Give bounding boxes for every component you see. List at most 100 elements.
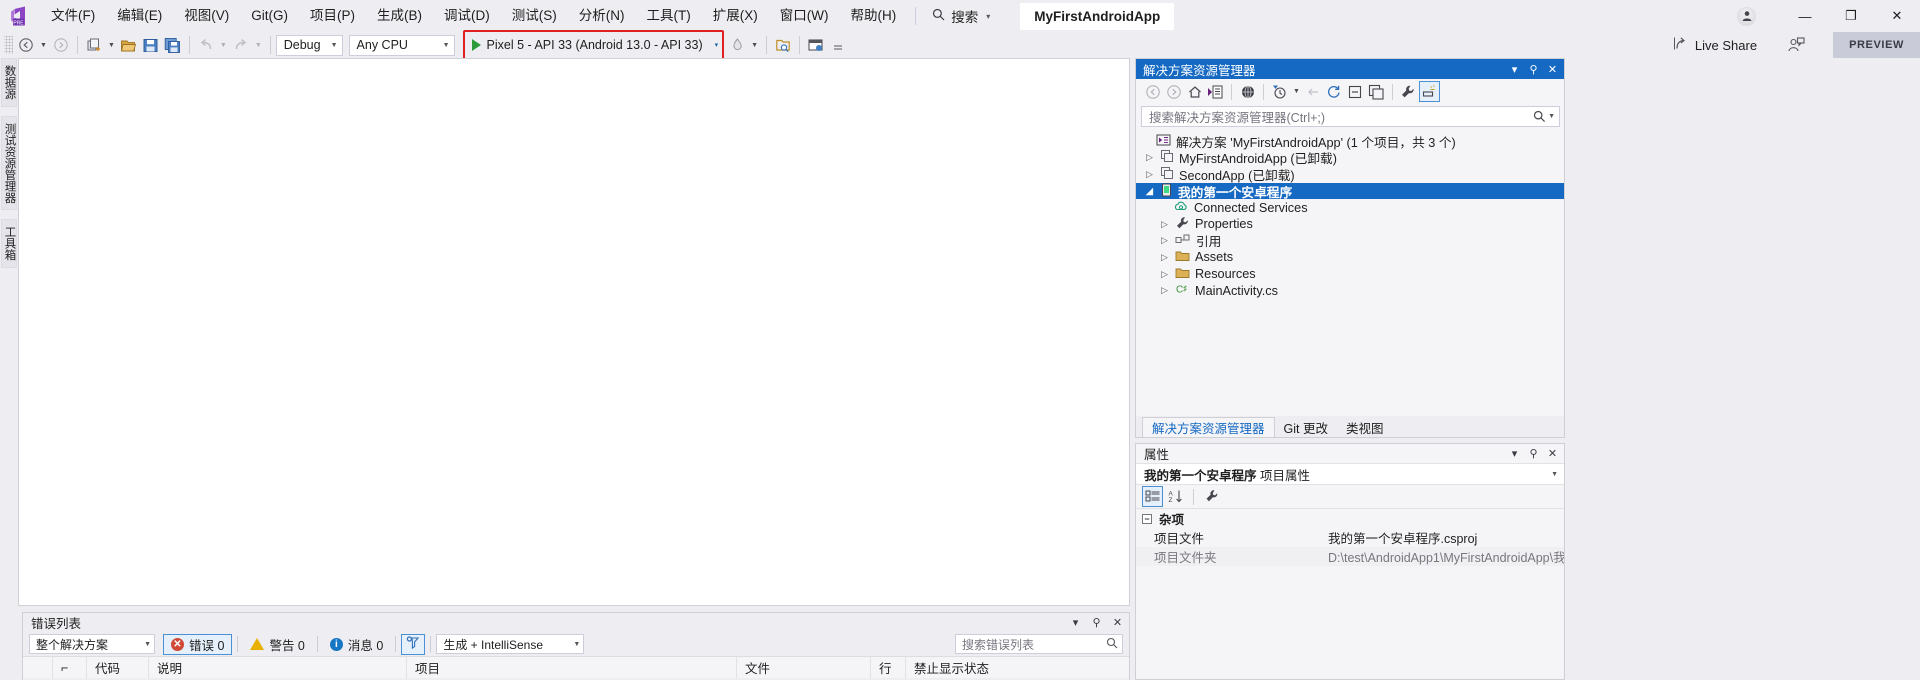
- user-avatar[interactable]: [1737, 6, 1756, 26]
- folder-search-icon[interactable]: [772, 34, 794, 56]
- alphabetical-sort-icon[interactable]: AZ: [1165, 486, 1186, 507]
- messages-filter-button[interactable]: i 消息 0: [323, 634, 390, 655]
- hot-reload-icon[interactable]: [726, 34, 748, 56]
- preview-selected-items-icon[interactable]: [1237, 81, 1258, 102]
- toolbar-grip[interactable]: [4, 36, 13, 54]
- solution-configuration-dropdown[interactable]: Debug ▼: [275, 34, 343, 56]
- column-header-code[interactable]: 代码: [87, 656, 149, 679]
- pin-icon[interactable]: ⚲: [1526, 63, 1541, 76]
- navigate-forward-icon[interactable]: [1163, 81, 1184, 102]
- menu-file[interactable]: 文件(F): [40, 2, 106, 30]
- undo-dropdown-icon[interactable]: ▼: [217, 42, 230, 49]
- chevron-down-icon[interactable]: ▾: [1068, 616, 1083, 629]
- collapse-all-icon[interactable]: [1345, 81, 1366, 102]
- expander-arrow-icon[interactable]: ▷: [1159, 285, 1170, 296]
- properties-icon[interactable]: [1398, 81, 1419, 102]
- menu-test[interactable]: 测试(S): [501, 2, 568, 30]
- rail-tab-toolbox[interactable]: 工具箱: [1, 219, 17, 268]
- minimize-button[interactable]: —: [1782, 0, 1828, 32]
- show-all-files-icon[interactable]: [1366, 81, 1387, 102]
- tree-item-secondapp[interactable]: ▷ SecondApp (已卸载): [1136, 166, 1564, 183]
- collapse-icon[interactable]: [1303, 81, 1324, 102]
- rail-tab-data-sources[interactable]: 数据源: [1, 58, 17, 107]
- pending-changes-dropdown-icon[interactable]: ▼: [1290, 88, 1303, 95]
- column-header-file[interactable]: 文件: [737, 656, 871, 679]
- expander-arrow-icon[interactable]: ▷: [1159, 219, 1170, 230]
- menu-tools[interactable]: 工具(T): [636, 2, 702, 30]
- close-icon[interactable]: ✕: [1110, 616, 1125, 629]
- pin-icon[interactable]: ⚲: [1089, 616, 1104, 629]
- new-project-icon[interactable]: [83, 34, 105, 56]
- column-header-suppression-state[interactable]: 禁止显示状态: [906, 657, 1026, 679]
- open-file-icon[interactable]: [118, 34, 140, 56]
- refresh-icon[interactable]: [1324, 81, 1345, 102]
- tree-item-android-project[interactable]: ◢ 我的第一个安卓程序: [1136, 182, 1564, 200]
- tree-item-mainactivity[interactable]: ▷ C ♯ MainActivity.cs: [1136, 282, 1564, 299]
- menu-view[interactable]: 视图(V): [173, 2, 240, 30]
- maximize-button[interactable]: ❐: [1828, 0, 1874, 32]
- sync-with-active-document-icon[interactable]: [1205, 81, 1226, 102]
- pending-changes-filter-icon[interactable]: [1269, 81, 1290, 102]
- expander-arrow-icon[interactable]: ◢: [1144, 186, 1155, 197]
- property-pages-icon[interactable]: [1201, 486, 1222, 507]
- error-scope-dropdown[interactable]: 整个解决方案 ▼: [29, 634, 155, 654]
- global-search[interactable]: 搜索 ▾: [924, 2, 998, 30]
- properties-object-selector[interactable]: 我的第一个安卓程序 项目属性 ▼: [1136, 463, 1564, 485]
- solution-platform-dropdown[interactable]: Any CPU ▼: [348, 34, 455, 56]
- tab-class-view[interactable]: 类视图: [1337, 417, 1393, 437]
- menu-project[interactable]: 项目(P): [299, 2, 366, 30]
- start-debugging-button[interactable]: Pixel 5 - API 33 (Android 13.0 - API 33): [468, 35, 707, 56]
- home-icon[interactable]: [1184, 81, 1205, 102]
- undo-icon[interactable]: [195, 34, 217, 56]
- errors-filter-button[interactable]: ✕ 错误 0: [163, 633, 233, 655]
- tab-git-changes[interactable]: Git 更改: [1275, 417, 1337, 437]
- tree-item-references[interactable]: ▷ 引用: [1136, 233, 1564, 249]
- rail-tab-test-explorer[interactable]: 测试资源管理器: [1, 115, 17, 210]
- tab-solution-explorer[interactable]: 解决方案资源管理器: [1142, 417, 1275, 437]
- close-icon[interactable]: ✕: [1545, 447, 1560, 460]
- property-row-project-file[interactable]: 项目文件 我的第一个安卓程序.csproj: [1136, 528, 1564, 547]
- error-filter-toggle[interactable]: [401, 633, 426, 655]
- menu-git[interactable]: Git(G): [240, 2, 299, 30]
- hot-reload-dropdown-icon[interactable]: ▼: [748, 42, 761, 49]
- expander-arrow-icon[interactable]: ▷: [1159, 269, 1170, 280]
- chevron-down-icon[interactable]: ▾: [1507, 447, 1522, 460]
- expander-arrow-icon[interactable]: ▷: [1144, 169, 1155, 180]
- save-icon[interactable]: [140, 34, 162, 56]
- navigate-back-icon[interactable]: [15, 34, 37, 56]
- close-button[interactable]: ✕: [1874, 0, 1920, 32]
- build-intellisense-dropdown[interactable]: 生成 + IntelliSense ▼: [436, 634, 585, 654]
- chevron-down-icon[interactable]: ▾: [1507, 63, 1522, 76]
- menu-window[interactable]: 窗口(W): [769, 2, 840, 30]
- redo-dropdown-icon[interactable]: ▼: [252, 42, 265, 49]
- pin-icon[interactable]: ⚲: [1526, 447, 1541, 460]
- menu-build[interactable]: 生成(B): [366, 2, 433, 30]
- menu-help[interactable]: 帮助(H): [839, 2, 907, 30]
- column-header-row-marker[interactable]: [23, 656, 53, 679]
- property-row-project-folder[interactable]: 项目文件夹 D:\test\AndroidApp1\MyFirstAndroid…: [1136, 547, 1564, 566]
- new-project-dropdown-icon[interactable]: ▼: [105, 42, 118, 49]
- categorized-view-icon[interactable]: [1142, 486, 1163, 507]
- menu-analyze[interactable]: 分析(N): [568, 2, 636, 30]
- window-layout-icon[interactable]: [805, 34, 827, 56]
- chevron-down-icon[interactable]: ▼: [1548, 113, 1555, 120]
- expander-arrow-icon[interactable]: ▷: [1144, 152, 1155, 163]
- menu-debug[interactable]: 调试(D): [433, 2, 501, 30]
- tree-item-resources[interactable]: ▷ Resources: [1136, 266, 1564, 283]
- send-feedback-icon[interactable]: [1785, 34, 1807, 56]
- live-share-button[interactable]: Live Share: [1667, 33, 1763, 57]
- navigate-back-dropdown-icon[interactable]: ▼: [37, 42, 50, 49]
- close-icon[interactable]: ✕: [1545, 63, 1560, 76]
- warnings-filter-button[interactable]: 警告 0: [243, 634, 311, 655]
- chevron-down-icon[interactable]: ▾: [986, 12, 990, 21]
- tree-item-assets[interactable]: ▷ Assets: [1136, 249, 1564, 266]
- navigate-back-icon[interactable]: [1142, 81, 1163, 102]
- redo-icon[interactable]: [230, 34, 252, 56]
- solution-explorer-options-icon[interactable]: [1418, 81, 1440, 102]
- column-header-line[interactable]: 行: [871, 656, 906, 679]
- menu-extensions[interactable]: 扩展(X): [702, 2, 769, 30]
- toolbar-overflow-icon[interactable]: [827, 34, 849, 56]
- column-header-sort[interactable]: ⌐: [53, 656, 87, 679]
- save-all-icon[interactable]: [162, 34, 184, 56]
- error-list-search-input[interactable]: 搜索错误列表: [955, 634, 1123, 654]
